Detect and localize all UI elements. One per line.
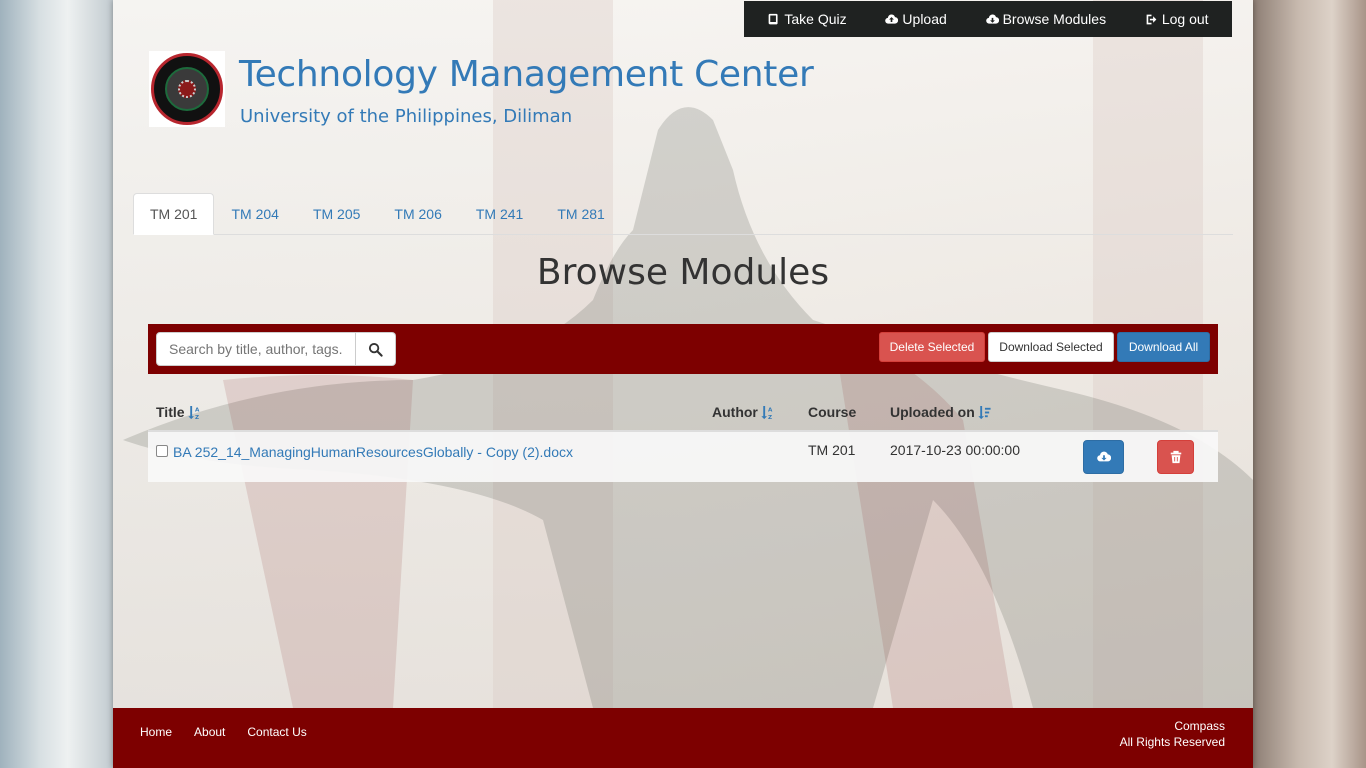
sort-alpha-icon: AZ [761, 405, 773, 420]
row-delete-button[interactable] [1157, 440, 1194, 474]
footer-brand: Compass [1174, 719, 1225, 733]
sort-amount-icon [978, 405, 991, 419]
column-title[interactable]: Title AZ [156, 404, 201, 420]
upload-label: Upload [902, 11, 947, 27]
cloud-download-icon [1096, 451, 1111, 462]
logout-icon [1146, 14, 1157, 24]
svg-text:Z: Z [768, 415, 772, 420]
book-icon [769, 13, 778, 24]
tab-tm-281[interactable]: TM 281 [540, 193, 621, 235]
tab-tm-241[interactable]: TM 241 [459, 193, 540, 235]
delete-selected-button[interactable]: Delete Selected [879, 332, 985, 362]
course-tabs: TM 201 TM 204 TM 205 TM 206 TM 241 TM 28… [133, 193, 1233, 235]
svg-text:A: A [194, 407, 199, 413]
row-select-checkbox[interactable] [156, 445, 168, 457]
footer-rights: All Rights Reserved [1119, 735, 1225, 749]
row-uploaded-on: 2017-10-23 00:00:00 [890, 442, 1020, 458]
column-title-label: Title [156, 404, 185, 420]
browse-modules-label: Browse Modules [1002, 11, 1107, 27]
page-title: Browse Modules [536, 252, 830, 293]
footer-about-link[interactable]: About [194, 725, 225, 739]
column-uploaded-on-label: Uploaded on [890, 404, 975, 420]
search-input[interactable] [156, 332, 356, 366]
column-uploaded-on[interactable]: Uploaded on [890, 404, 991, 420]
background-pillar-left [0, 0, 113, 768]
take-quiz-link[interactable]: Take Quiz [767, 11, 847, 27]
cloud-download-icon [985, 13, 999, 24]
tab-tm-204[interactable]: TM 204 [214, 193, 295, 235]
download-selected-button[interactable]: Download Selected [988, 332, 1114, 362]
footer-home-link[interactable]: Home [140, 725, 172, 739]
site-title[interactable]: Technology Management Center [239, 54, 814, 95]
top-navigation: Take Quiz Upload Browse Modules Log out [744, 1, 1232, 37]
table-row: BA 252_14_ManagingHumanResourcesGlobally… [148, 432, 1218, 482]
row-course: TM 201 [808, 442, 856, 458]
download-all-button[interactable]: Download All [1117, 332, 1210, 362]
column-course: Course [808, 404, 856, 420]
column-author-label: Author [712, 404, 758, 420]
logout-link[interactable]: Log out [1145, 11, 1209, 27]
page-container: Take Quiz Upload Browse Modules Log out … [113, 0, 1253, 768]
footer-links: Home About Contact Us [140, 725, 307, 739]
trash-icon [1170, 450, 1181, 464]
column-course-label: Course [808, 404, 857, 420]
tab-tm-205[interactable]: TM 205 [296, 193, 377, 235]
sort-alpha-icon: AZ [187, 405, 199, 420]
take-quiz-label: Take Quiz [784, 11, 847, 27]
row-download-button[interactable] [1083, 440, 1124, 474]
table-header: Title AZ Author AZ Course Uploaded on [148, 392, 1218, 432]
tmc-logo [149, 51, 225, 127]
page-footer: Home About Contact Us Compass All Rights… [113, 708, 1253, 768]
footer-contact-link[interactable]: Contact Us [247, 725, 306, 739]
site-subtitle: University of the Philippines, Diliman [240, 106, 573, 127]
tab-tm-201[interactable]: TM 201 [133, 193, 215, 235]
search-button[interactable] [356, 332, 396, 366]
column-author[interactable]: Author AZ [712, 404, 774, 420]
footer-credits: Compass All Rights Reserved [1120, 718, 1225, 750]
module-file-link[interactable]: BA 252_14_ManagingHumanResourcesGlobally… [173, 444, 573, 460]
tab-tm-206[interactable]: TM 206 [377, 193, 458, 235]
module-toolbar: Delete Selected Download Selected Downlo… [148, 324, 1218, 374]
svg-text:Z: Z [194, 415, 198, 420]
upload-link[interactable]: Upload [885, 11, 947, 27]
browse-modules-link[interactable]: Browse Modules [985, 11, 1107, 27]
logout-label: Log out [1161, 11, 1209, 27]
background-pillar-right [1253, 0, 1366, 768]
search-icon [368, 342, 383, 357]
cloud-upload-icon [885, 13, 899, 24]
svg-text:A: A [768, 407, 773, 413]
